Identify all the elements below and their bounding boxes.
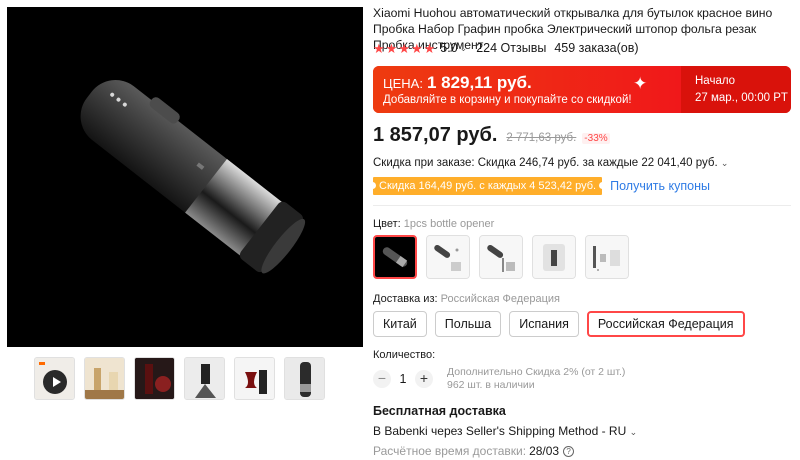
main-product-image[interactable] [7,7,363,347]
rating-value[interactable]: 5.0 [440,41,457,55]
promo-start-panel: Начало 27 мар., 00:00 PT [681,66,791,113]
ship-from-options: Китай Польша Испания Российская Федераци… [373,311,745,337]
thumbnail-4[interactable] [184,357,225,400]
quantity-decrease-button[interactable]: − [373,370,391,388]
star-icon: ★ [410,40,423,56]
bulk-discount-text: Скидка при заказе: Скидка 246,74 руб. за… [373,157,718,169]
orders-count: 459 заказа(ов) [554,41,639,55]
stock-text: 962 шт. в наличии [447,379,535,391]
color-label: Цвет: 1pcs bottle opener [373,218,495,230]
color-swatch-opener-black[interactable] [373,235,417,279]
coupon-row: Скидка 164,49 руб. с каждых 4 523,42 руб… [368,177,710,195]
thumbnail-2[interactable] [84,357,125,400]
thumbnail-strip [34,357,325,400]
free-shipping-title: Бесплатная доставка [373,404,506,418]
quantity-increase-button[interactable]: + [415,370,433,388]
delivery-time-value: 28/03 [529,444,560,458]
quantity-stepper: − 1 + Дополнительно Скидка 2% (от 2 шт.)… [373,366,625,392]
color-swatches [373,235,629,279]
info-icon[interactable]: ? [563,445,575,457]
color-swatch-opener-set-2[interactable] [479,235,523,279]
ship-from-poland[interactable]: Польша [434,311,502,337]
star-icon: ★ [423,40,436,56]
extra-discount-text: Дополнительно Скидка 2% (от 2 шт.) [447,366,626,378]
thumbnail-6[interactable] [284,357,325,400]
promo-banner: ЦЕНА: 1 829,11 руб. Добавляйте в корзину… [373,66,791,113]
divider [373,205,791,206]
chevron-down-icon[interactable]: ⌄ [721,158,729,168]
color-swatch-opener-box[interactable] [532,235,576,279]
thumbnail-3[interactable] [134,357,175,400]
discount-badge: -33% [582,133,610,144]
star-icon: ★ [373,40,385,56]
ship-from-label: Доставка из: Российская Федерация [373,293,560,305]
ship-from-china[interactable]: Китай [373,311,427,337]
rating-stars: ★ ★ ★ ★ ★ [373,42,435,55]
rating-row: ★ ★ ★ ★ ★ 5.0 ⌄ 224 Отзывы 459 заказа(ов… [373,40,639,56]
color-swatch-opener-kit[interactable] [585,235,629,279]
price-row: 1 857,07 руб. 2 771,63 руб. -33% [373,124,610,148]
get-coupons-link[interactable]: Получить купоны [610,179,710,193]
quantity-info: Дополнительно Скидка 2% (от 2 шт.) 962 ш… [447,366,625,392]
current-price: 1 857,07 руб. [373,124,498,146]
promo-start-date: 27 мар., 00:00 PT [695,92,788,104]
promo-price-label: ЦЕНА: [383,76,423,91]
promo-price: 1 829,11 руб. [426,73,532,92]
delivery-time-label: Расчётное время доставки: [373,444,527,458]
quantity-label: Количество: [373,349,436,361]
ship-from-russia[interactable]: Российская Федерация [586,311,745,337]
quantity-value[interactable]: 1 [391,372,415,386]
thumbnail-5[interactable] [234,357,275,400]
star-icon: ★ [385,40,398,56]
ship-from-value: Российская Федерация [440,293,560,305]
color-value: 1pcs bottle opener [403,218,495,230]
ship-from-spain[interactable]: Испания [509,311,579,337]
promo-subtitle: Добавляйте в корзину и покупайте со скид… [383,94,632,106]
shipping-method[interactable]: В Babenki через Seller's Shipping Method… [373,424,646,438]
old-price: 2 771,63 руб. [506,132,577,144]
chevron-down-icon[interactable]: ⌄ [460,43,468,54]
delivery-time: Расчётное время доставки: 28/03 ? [373,444,575,458]
promo-price-panel: ЦЕНА: 1 829,11 руб. Добавляйте в корзину… [373,66,681,113]
promo-start-label: Начало [695,75,736,87]
chevron-down-icon[interactable]: ⌄ [630,427,638,437]
reviews-link[interactable]: 224 Отзывы [476,41,546,55]
star-icon: ★ [398,40,410,56]
sparkle-icon: ✦ [633,74,648,93]
bulk-discount[interactable]: Скидка при заказе: Скидка 246,74 руб. за… [373,157,737,172]
color-swatch-opener-set-1[interactable] [426,235,470,279]
coupon-tag: Скидка 164,49 руб. с каждых 4 523,42 руб… [368,177,607,195]
thumbnail-1[interactable] [34,357,75,400]
